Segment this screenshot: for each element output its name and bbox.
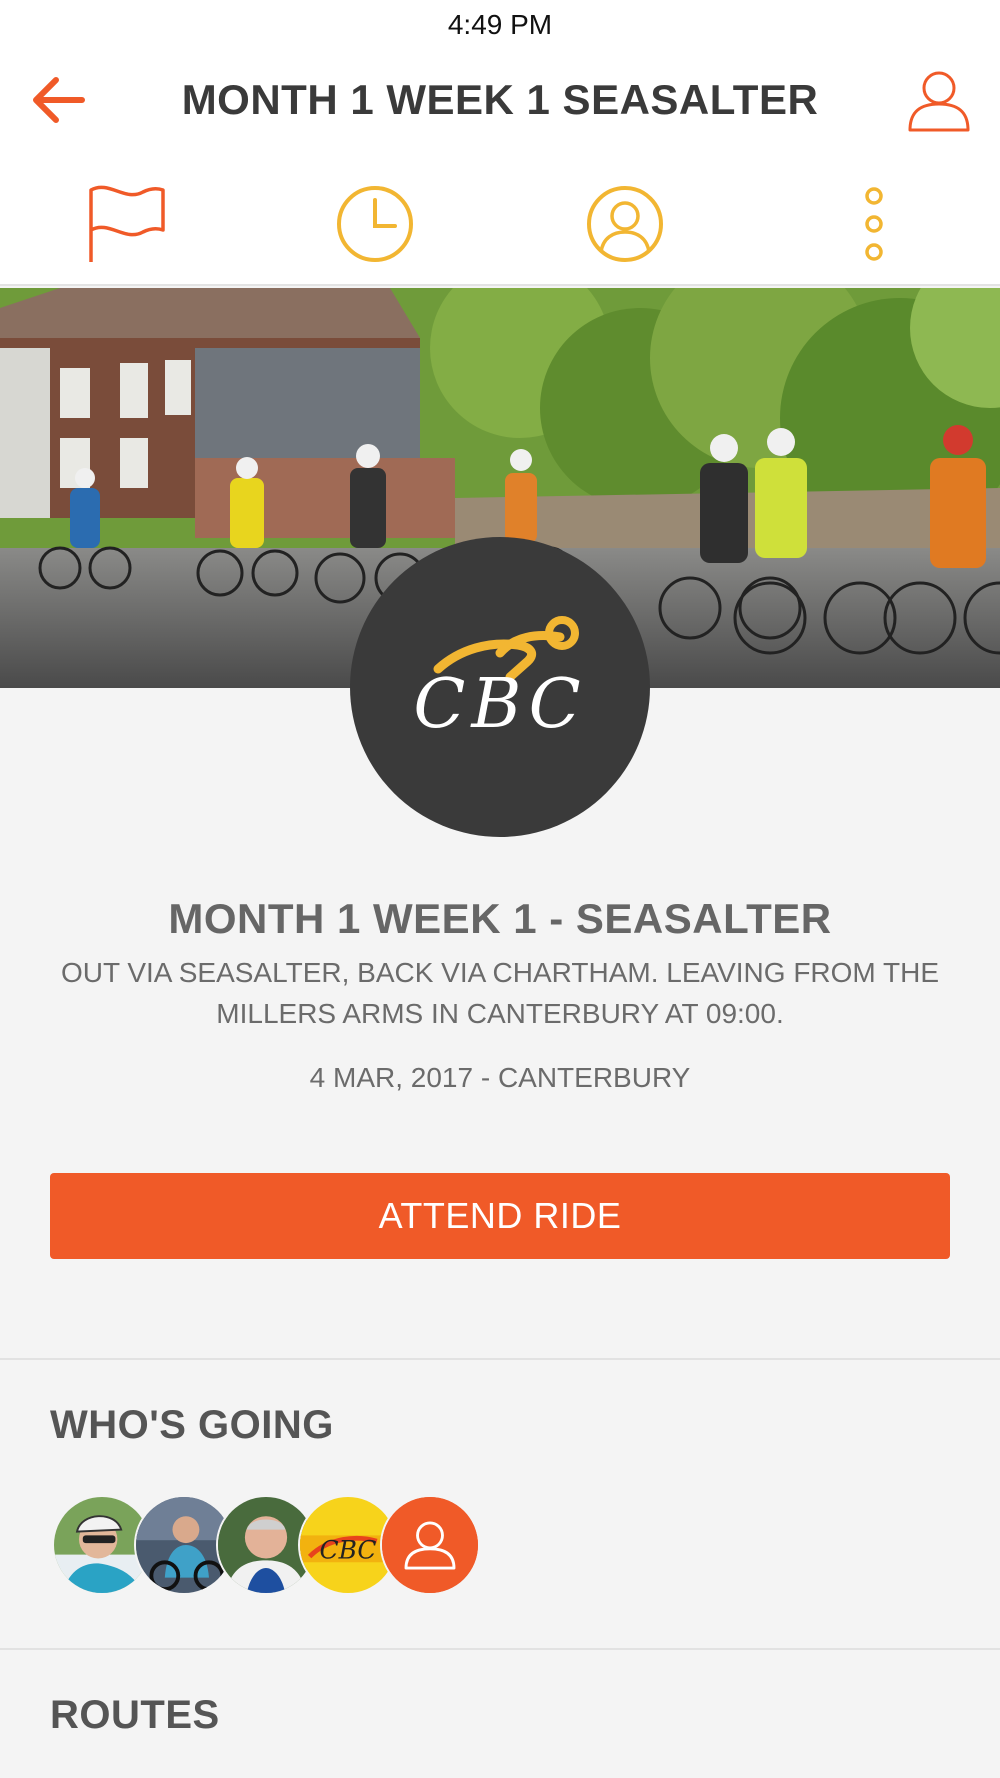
nav-bar: MONTH 1 WEEK 1 SEASALTER — [0, 50, 1000, 152]
avatar-logo-text: CBC — [320, 1535, 377, 1564]
arrow-left-icon — [33, 77, 85, 123]
user-icon — [382, 1497, 478, 1593]
flag-icon — [89, 185, 165, 262]
more-vertical-icon — [865, 187, 883, 261]
attend-ride-button[interactable]: ATTEND RIDE — [50, 1173, 950, 1259]
divider — [0, 1648, 1000, 1650]
status-bar: 4:49 PM — [0, 0, 1000, 50]
tab-bar — [0, 152, 1000, 286]
user-circle-icon — [587, 186, 663, 262]
club-logo: CBC — [350, 537, 650, 837]
tab-members[interactable] — [583, 182, 667, 266]
tab-schedule[interactable] — [333, 182, 417, 266]
tab-more[interactable] — [832, 182, 916, 266]
club-logo-text: CBC — [413, 665, 586, 744]
profile-button[interactable] — [906, 68, 972, 134]
status-time: 4:49 PM — [447, 9, 553, 40]
user-icon — [908, 71, 970, 132]
divider — [0, 1358, 1000, 1360]
back-button[interactable] — [28, 72, 88, 128]
ride-title: MONTH 1 WEEK 1 - SEASALTER — [168, 895, 832, 942]
whos-going-heading: WHO'S GOING — [50, 1403, 334, 1447]
ride-description: OUT VIA SEASALTER, BACK VIA CHARTHAM. LE… — [60, 957, 940, 1029]
page-title: MONTH 1 WEEK 1 SEASALTER — [181, 76, 819, 123]
routes-heading: ROUTES — [50, 1693, 220, 1737]
attendee-list: CBC — [52, 1495, 492, 1595]
more-attendees-button[interactable] — [380, 1495, 480, 1595]
ride-date-location: 4 MAR, 2017 - CANTERBURY — [309, 1062, 691, 1093]
tab-details[interactable] — [85, 182, 169, 266]
clock-icon — [337, 186, 413, 262]
